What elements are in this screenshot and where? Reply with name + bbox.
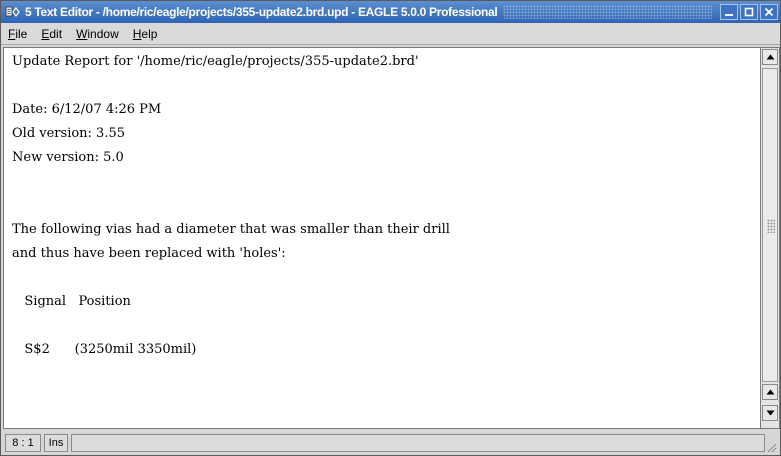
vertical-scrollbar[interactable] (760, 47, 780, 429)
close-button[interactable] (760, 4, 778, 20)
close-icon (764, 7, 774, 17)
menu-bar: File Edit Window Help (1, 23, 780, 45)
arrow-up-icon (766, 54, 774, 60)
menu-edit[interactable]: Edit (34, 27, 69, 41)
insert-mode-indicator: Ins (44, 434, 68, 452)
scroll-up-button-lower[interactable] (762, 384, 778, 400)
title-bar[interactable]: 5 Text Editor - /home/ric/eagle/projects… (1, 1, 780, 23)
scroll-thumb[interactable] (762, 68, 778, 382)
minimize-button[interactable] (720, 4, 738, 20)
menu-window-rest: indow (87, 26, 119, 41)
arrow-down-icon (766, 410, 774, 416)
table-header-line: Signal Position (12, 294, 131, 309)
text-editor-area[interactable]: Update Report for '/home/ric/eagle/proje… (3, 47, 760, 429)
vias-message-line-1: The following vias had a diameter that w… (12, 222, 450, 237)
menu-help-rest: elp (141, 26, 158, 41)
window-title: 5 Text Editor - /home/ric/eagle/projects… (25, 5, 498, 19)
new-version-line: New version: 5.0 (12, 150, 124, 165)
menu-file-rest: ile (15, 26, 28, 41)
scroll-grip-icon (767, 219, 775, 233)
cursor-position: 8 : 1 (5, 434, 41, 452)
text-editor-window: 5 Text Editor - /home/ric/eagle/projects… (0, 0, 781, 456)
scroll-up-button[interactable] (762, 49, 778, 65)
menu-file[interactable]: File (1, 27, 34, 41)
maximize-icon (744, 7, 754, 17)
resize-grip-icon[interactable] (765, 441, 777, 453)
report-title-line: Update Report for '/home/ric/eagle/proje… (12, 54, 419, 69)
menu-window-mnemonic: W (76, 26, 88, 41)
scroll-down-button[interactable] (762, 405, 778, 421)
maximize-button[interactable] (740, 4, 758, 20)
title-bar-pattern (503, 5, 712, 19)
table-row-line: S$2 (3250mil 3350mil) (12, 342, 197, 357)
menu-window[interactable]: Window (69, 27, 126, 41)
old-version-line: Old version: 3.55 (12, 126, 126, 141)
vias-message-line-2: and thus have been replaced with 'holes'… (12, 246, 286, 261)
report-date-line: Date: 6/12/07 4:26 PM (12, 102, 162, 117)
minimize-icon (725, 14, 733, 16)
eagle-app-icon[interactable] (5, 5, 21, 19)
status-bar: 8 : 1 Ins (1, 431, 780, 455)
menu-edit-rest: dit (49, 26, 63, 41)
menu-help[interactable]: Help (126, 27, 165, 41)
status-message (71, 434, 765, 452)
arrow-up-icon (766, 389, 774, 395)
